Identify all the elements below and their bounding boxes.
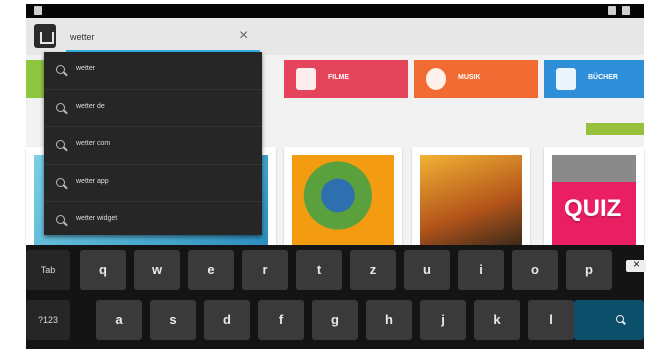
ninja-artwork	[420, 155, 522, 245]
app-tile[interactable]	[284, 147, 402, 245]
suggestion-item[interactable]: wetter de	[44, 90, 262, 127]
key-k[interactable]: k	[474, 300, 520, 340]
search-icon	[56, 102, 65, 112]
key-d[interactable]: d	[204, 300, 250, 340]
key-t[interactable]: t	[296, 250, 342, 290]
category-films-label: FILME	[328, 74, 349, 81]
key-search[interactable]	[574, 300, 644, 340]
app-tile[interactable]	[412, 147, 530, 245]
quiz-artwork: QUIZ	[552, 155, 636, 245]
category-music[interactable]: MUSIK	[414, 60, 538, 98]
quiz-label: QUIZ	[564, 195, 622, 222]
key-z[interactable]: z	[350, 250, 396, 290]
key-l[interactable]: l	[528, 300, 574, 340]
key-symbols[interactable]: ?123	[26, 300, 70, 340]
key-o[interactable]: o	[512, 250, 558, 290]
category-music-label: MUSIK	[458, 74, 481, 81]
suggestion-item[interactable]: wetter com	[44, 127, 262, 165]
key-j[interactable]: j	[420, 300, 466, 340]
search-icon	[616, 315, 624, 323]
key-a[interactable]: a	[96, 300, 142, 340]
search-suggestions: wetter wetter de wetter com wetter app w…	[44, 52, 262, 235]
search-icon	[56, 140, 65, 149]
category-books[interactable]: BÜCHER	[544, 60, 644, 98]
key-r[interactable]: r	[242, 250, 288, 290]
notification-icon	[34, 6, 42, 15]
search-icon	[56, 177, 65, 187]
turtles-artwork	[292, 155, 394, 245]
search-app-bar: ×	[26, 18, 644, 55]
suggestion-text: wetter app	[76, 177, 109, 185]
key-g[interactable]: g	[312, 300, 358, 340]
install-badge	[586, 123, 644, 135]
key-w[interactable]: w	[134, 250, 180, 290]
search-icon	[56, 65, 65, 74]
suggestion-text: wetter	[76, 65, 96, 72]
onscreen-keyboard: Tab q w e r t z u i o p ?123 a s d f g h…	[26, 245, 646, 349]
suggestion-text: wetter de	[76, 102, 105, 110]
suggestion-item[interactable]: wetter	[44, 52, 262, 90]
suggestion-item[interactable]: wetter widget	[44, 202, 262, 239]
key-s[interactable]: s	[150, 300, 196, 340]
app-tile[interactable]: QUIZ	[544, 147, 644, 245]
book-icon	[556, 68, 576, 90]
key-p[interactable]: p	[566, 250, 612, 290]
battery-icon	[622, 6, 630, 15]
status-bar	[26, 4, 644, 18]
wifi-icon	[608, 6, 616, 15]
category-books-label: BÜCHER	[588, 74, 618, 81]
key-f[interactable]: f	[258, 300, 304, 340]
key-tab[interactable]: Tab	[26, 250, 70, 290]
key-i[interactable]: i	[458, 250, 504, 290]
suggestion-text: wetter com	[76, 140, 111, 147]
backspace-icon[interactable]	[626, 257, 646, 272]
play-store-icon[interactable]	[34, 24, 56, 48]
clear-search-button[interactable]: ×	[239, 28, 248, 44]
key-e[interactable]: e	[188, 250, 234, 290]
suggestion-text: wetter widget	[76, 215, 118, 222]
suggestion-item[interactable]: wetter app	[44, 165, 262, 202]
key-q[interactable]: q	[80, 250, 126, 290]
category-films[interactable]: FILME	[284, 60, 408, 98]
key-u[interactable]: u	[404, 250, 450, 290]
key-h[interactable]: h	[366, 300, 412, 340]
film-icon	[296, 68, 316, 90]
search-icon	[56, 215, 65, 224]
headphones-icon	[426, 68, 446, 90]
search-input[interactable]	[70, 30, 250, 44]
